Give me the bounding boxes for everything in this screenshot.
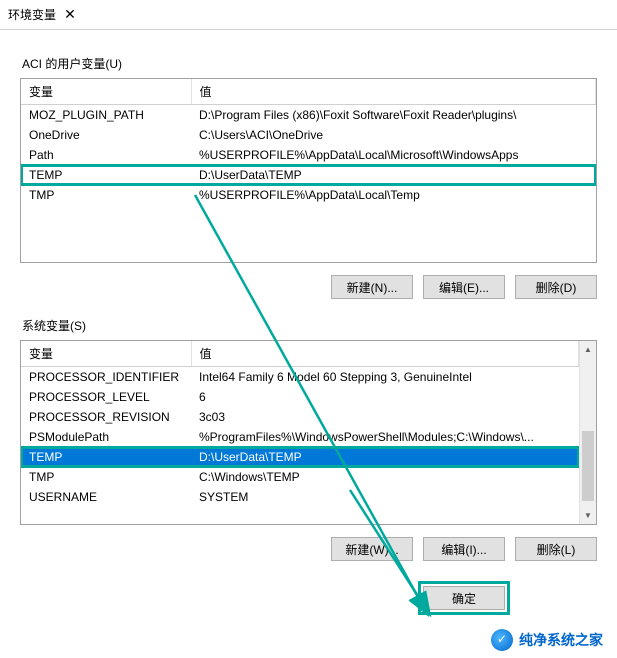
user-vars-table: 变量 值 MOZ_PLUGIN_PATHD:\Program Files (x8… bbox=[21, 79, 596, 205]
var-name-cell: TMP bbox=[21, 467, 191, 487]
var-name-cell: OneDrive bbox=[21, 125, 191, 145]
var-name-cell: TMP bbox=[21, 185, 191, 205]
user-buttons-row: 新建(N)... 编辑(E)... 删除(D) bbox=[20, 275, 597, 299]
titlebar: 环境变量 ✕ bbox=[0, 0, 617, 30]
user-vars-table-container: 变量 值 MOZ_PLUGIN_PATHD:\Program Files (x8… bbox=[20, 78, 597, 263]
table-row[interactable]: PROCESSOR_REVISION3c03 bbox=[21, 407, 579, 427]
system-vars-table: 变量 值 PROCESSOR_IDENTIFIERIntel64 Family … bbox=[21, 341, 579, 507]
ok-button[interactable]: 确定 bbox=[423, 586, 505, 610]
var-value-cell: D:\Program Files (x86)\Foxit Software\Fo… bbox=[191, 105, 596, 126]
var-value-cell: C:\Users\ACI\OneDrive bbox=[191, 125, 596, 145]
var-value-cell: 3c03 bbox=[191, 407, 579, 427]
system-vars-label: 系统变量(S) bbox=[22, 317, 597, 334]
dialog-buttons-row: 确定 取消 bbox=[20, 586, 597, 610]
table-row[interactable]: PSModulePath%ProgramFiles%\WindowsPowerS… bbox=[21, 427, 579, 447]
system-vars-table-container: 变量 值 PROCESSOR_IDENTIFIERIntel64 Family … bbox=[20, 340, 597, 525]
watermark-text: 纯净系统之家 bbox=[519, 630, 603, 650]
scroll-thumb[interactable] bbox=[582, 431, 594, 501]
watermark: 纯净系统之家 bbox=[485, 627, 609, 653]
scroll-down-icon[interactable]: ▼ bbox=[580, 507, 596, 524]
var-value-cell: %ProgramFiles%\WindowsPowerShell\Modules… bbox=[191, 427, 579, 447]
table-row[interactable]: MOZ_PLUGIN_PATHD:\Program Files (x86)\Fo… bbox=[21, 105, 596, 126]
var-name-cell: Path bbox=[21, 145, 191, 165]
var-name-cell: USERNAME bbox=[21, 487, 191, 507]
close-icon[interactable]: ✕ bbox=[56, 6, 84, 23]
sys-col-value[interactable]: 值 bbox=[191, 341, 579, 367]
var-value-cell: %USERPROFILE%\AppData\Local\Temp bbox=[191, 185, 596, 205]
user-new-button[interactable]: 新建(N)... bbox=[331, 275, 413, 299]
var-name-cell: MOZ_PLUGIN_PATH bbox=[21, 105, 191, 126]
dialog-content: ACI 的用户变量(U) 变量 值 MOZ_PLUGIN_PATHD:\Prog… bbox=[0, 30, 617, 625]
table-row[interactable]: TEMPD:\UserData\TEMP bbox=[21, 165, 596, 185]
system-scrollbar[interactable]: ▲ ▼ bbox=[579, 341, 596, 524]
user-vars-label: ACI 的用户变量(U) bbox=[22, 55, 597, 72]
sys-col-name[interactable]: 变量 bbox=[21, 341, 191, 367]
table-row[interactable]: PROCESSOR_IDENTIFIERIntel64 Family 6 Mod… bbox=[21, 367, 579, 388]
var-name-cell: PROCESSOR_REVISION bbox=[21, 407, 191, 427]
table-row[interactable]: TMPC:\Windows\TEMP bbox=[21, 467, 579, 487]
var-name-cell: PSModulePath bbox=[21, 427, 191, 447]
watermark-logo-icon bbox=[491, 629, 513, 651]
table-row[interactable]: OneDriveC:\Users\ACI\OneDrive bbox=[21, 125, 596, 145]
var-value-cell: C:\Windows\TEMP bbox=[191, 467, 579, 487]
var-value-cell: Intel64 Family 6 Model 60 Stepping 3, Ge… bbox=[191, 367, 579, 388]
scroll-up-icon[interactable]: ▲ bbox=[580, 341, 596, 358]
var-name-cell: PROCESSOR_LEVEL bbox=[21, 387, 191, 407]
var-value-cell: 6 bbox=[191, 387, 579, 407]
var-value-cell: D:\UserData\TEMP bbox=[191, 165, 596, 185]
table-row[interactable]: USERNAMESYSTEM bbox=[21, 487, 579, 507]
var-value-cell: D:\UserData\TEMP bbox=[191, 447, 579, 467]
system-new-button[interactable]: 新建(W)... bbox=[331, 537, 413, 561]
var-name-cell: TEMP bbox=[21, 447, 191, 467]
var-name-cell: PROCESSOR_IDENTIFIER bbox=[21, 367, 191, 388]
var-value-cell: SYSTEM bbox=[191, 487, 579, 507]
user-edit-button[interactable]: 编辑(E)... bbox=[423, 275, 505, 299]
user-delete-button[interactable]: 删除(D) bbox=[515, 275, 597, 299]
system-delete-button[interactable]: 删除(L) bbox=[515, 537, 597, 561]
system-buttons-row: 新建(W)... 编辑(I)... 删除(L) bbox=[20, 537, 597, 561]
window-title: 环境变量 bbox=[8, 6, 56, 23]
system-edit-button[interactable]: 编辑(I)... bbox=[423, 537, 505, 561]
table-row[interactable]: TEMPD:\UserData\TEMP bbox=[21, 447, 579, 467]
var-value-cell: %USERPROFILE%\AppData\Local\Microsoft\Wi… bbox=[191, 145, 596, 165]
table-row[interactable]: TMP%USERPROFILE%\AppData\Local\Temp bbox=[21, 185, 596, 205]
user-col-name[interactable]: 变量 bbox=[21, 79, 191, 105]
table-row[interactable]: PROCESSOR_LEVEL6 bbox=[21, 387, 579, 407]
user-col-value[interactable]: 值 bbox=[191, 79, 596, 105]
var-name-cell: TEMP bbox=[21, 165, 191, 185]
table-row[interactable]: Path%USERPROFILE%\AppData\Local\Microsof… bbox=[21, 145, 596, 165]
